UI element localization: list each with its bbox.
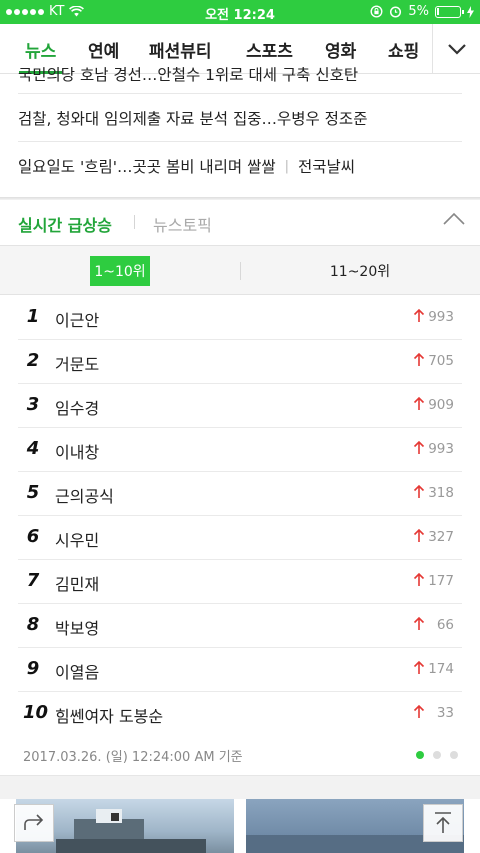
ranking-row[interactable]: 6 시우민 327 <box>18 516 462 560</box>
rank-change-count: 66 <box>436 617 454 633</box>
arrow-up-icon <box>435 812 451 833</box>
rank-keyword[interactable]: 박보영 <box>55 615 99 639</box>
rank-keyword[interactable]: 거문도 <box>55 351 99 375</box>
rank-change-count: 993 <box>428 309 454 325</box>
segment-11-20[interactable]: 11~20위 <box>300 256 420 286</box>
ranking-row[interactable]: 7 김민재 177 <box>18 560 462 604</box>
headline-text: 국민의당 호남 경선…안철수 1위로 대세 구축 신호탄 <box>18 66 359 84</box>
ranking-list: 1 이근안 993 2 거문도 705 3 임수경 909 4 이내창 993 … <box>18 296 462 736</box>
status-right: 5% <box>370 4 474 19</box>
rank-keyword[interactable]: 이열음 <box>55 659 99 683</box>
tab-sports[interactable]: 스포츠 <box>246 37 293 62</box>
ranking-row[interactable]: 3 임수경 909 <box>18 384 462 428</box>
collapse-chevron-icon[interactable] <box>442 210 466 228</box>
rank-change-count: 177 <box>428 573 454 589</box>
rank-number: 8 <box>26 614 40 635</box>
headline-text: 검찰, 청와대 임의제출 자료 분석 집중…우병우 정조준 <box>18 109 368 128</box>
up-arrow-icon <box>413 440 425 454</box>
rank-change-count: 174 <box>428 661 454 677</box>
divider: | <box>284 158 290 174</box>
chevron-down-icon <box>447 43 466 55</box>
rank-number: 1 <box>26 306 40 327</box>
tab-entertainment[interactable]: 연예 <box>88 37 119 62</box>
up-arrow-icon <box>413 352 425 366</box>
rotation-lock-icon <box>370 5 383 18</box>
rank-number: 2 <box>26 350 40 371</box>
page-dot[interactable] <box>450 751 458 759</box>
rank-change-count: 318 <box>428 485 454 501</box>
ranking-row[interactable]: 9 이열음 174 <box>18 648 462 692</box>
headline-text: 일요일도 '흐림'…곳곳 봄비 내리며 쌀쌀 <box>18 158 276 176</box>
rank-change-count: 327 <box>428 529 454 545</box>
rank-keyword[interactable]: 이내창 <box>55 439 99 463</box>
ranking-row[interactable]: 10 힘쎈여자 도봉순 33 <box>18 692 462 736</box>
up-arrow-icon <box>413 308 425 322</box>
tab-realtime-rising[interactable]: 실시간 급상승 <box>18 212 112 236</box>
ranking-row[interactable]: 1 이근안 993 <box>18 296 462 340</box>
headline-list: 국민의당 호남 경선…안철수 1위로 대세 구축 신호탄 검찰, 청와대 임의제… <box>18 66 462 190</box>
battery-icon <box>435 5 464 18</box>
rank-change-count: 993 <box>428 441 454 457</box>
page-indicator <box>416 751 458 759</box>
up-arrow-icon <box>413 484 425 498</box>
tab-news[interactable]: 뉴스 <box>18 37 63 74</box>
rank-range-segment: 1~10위 11~20위 <box>0 245 480 295</box>
rank-number: 4 <box>26 438 40 459</box>
page: KT 오전 12:24 5% 뉴스 연예 패션뷰티 스포츠 영화 쇼핑 국민의당… <box>0 0 480 853</box>
segment-1-10[interactable]: 1~10위 <box>90 256 150 286</box>
rank-change-count: 705 <box>428 353 454 369</box>
headline-item[interactable]: 검찰, 청와대 임의제출 자료 분석 집중…우병우 정조준 <box>18 94 462 142</box>
up-arrow-icon <box>413 704 425 718</box>
rank-number: 6 <box>26 526 40 547</box>
rank-number: 9 <box>26 658 40 679</box>
rank-keyword[interactable]: 근의공식 <box>55 483 114 507</box>
headline-item[interactable]: 국민의당 호남 경선…안철수 1위로 대세 구축 신호탄 <box>18 64 462 94</box>
divider <box>134 215 135 229</box>
ranking-timestamp: 2017.03.26. (일) 12:24:00 AM 기준 <box>23 750 243 765</box>
share-icon <box>24 814 44 830</box>
scroll-top-button[interactable] <box>423 804 463 842</box>
up-arrow-icon <box>413 660 425 674</box>
rank-number: 7 <box>26 570 40 591</box>
charging-icon <box>467 5 474 18</box>
divider <box>240 262 241 280</box>
up-arrow-icon <box>413 528 425 542</box>
rank-number: 10 <box>23 702 49 723</box>
rank-change-count: 33 <box>436 705 454 721</box>
up-arrow-icon <box>413 396 425 410</box>
tab-movies[interactable]: 영화 <box>325 37 356 62</box>
rank-keyword[interactable]: 시우민 <box>55 527 99 551</box>
rank-number: 5 <box>26 482 40 503</box>
rank-keyword[interactable]: 김민재 <box>55 571 99 595</box>
up-arrow-icon <box>413 572 425 586</box>
status-bar: KT 오전 12:24 5% <box>0 0 480 24</box>
rank-keyword[interactable]: 이근안 <box>55 307 99 331</box>
battery-percent: 5% <box>408 4 429 19</box>
headline-tag[interactable]: 전국날씨 <box>298 155 355 177</box>
rank-number: 3 <box>26 394 40 415</box>
realtime-header: 실시간 급상승 뉴스토픽 <box>0 200 480 244</box>
ranking-row[interactable]: 4 이내창 993 <box>18 428 462 472</box>
up-arrow-icon <box>413 616 425 630</box>
ranking-row[interactable]: 2 거문도 705 <box>18 340 462 384</box>
rank-keyword[interactable]: 힘쎈여자 도봉순 <box>55 703 163 727</box>
headline-item[interactable]: 일요일도 '흐림'…곳곳 봄비 내리며 쌀쌀 | 전국날씨 <box>18 142 462 190</box>
rank-keyword[interactable]: 임수경 <box>55 395 99 419</box>
ranking-row[interactable]: 5 근의공식 318 <box>18 472 462 516</box>
rank-change-count: 909 <box>428 397 454 413</box>
page-dot-active[interactable] <box>416 751 424 759</box>
tab-fashion-beauty[interactable]: 패션뷰티 <box>149 37 212 62</box>
photo-strip <box>0 799 480 853</box>
tab-shopping[interactable]: 쇼핑 <box>388 37 419 62</box>
alarm-icon <box>390 6 402 18</box>
page-dot[interactable] <box>433 751 441 759</box>
section-gap <box>0 775 480 799</box>
tab-news-topic[interactable]: 뉴스토픽 <box>153 212 212 236</box>
share-button[interactable] <box>14 804 54 842</box>
ranking-row[interactable]: 8 박보영 66 <box>18 604 462 648</box>
